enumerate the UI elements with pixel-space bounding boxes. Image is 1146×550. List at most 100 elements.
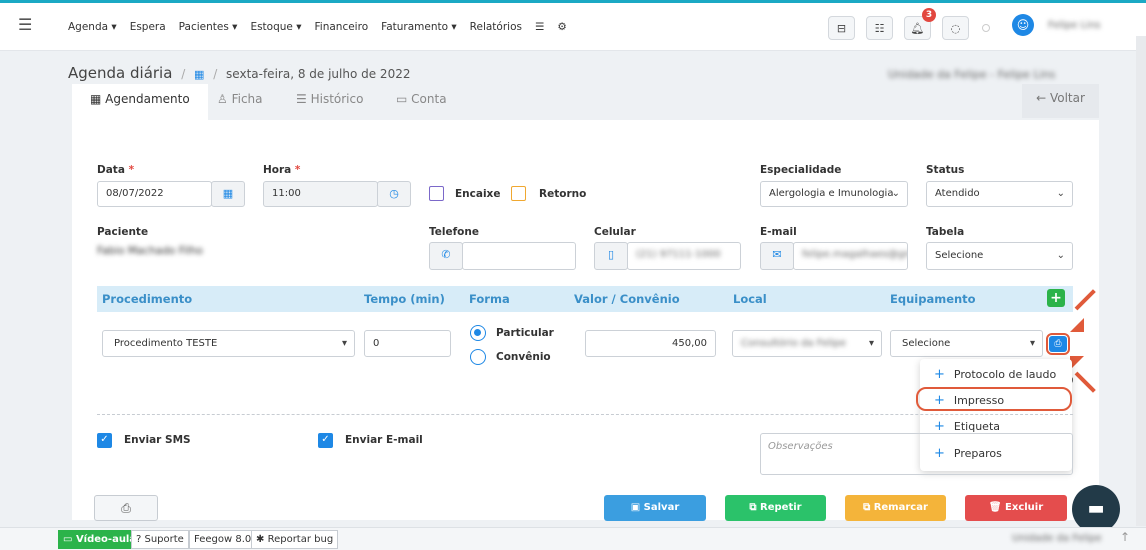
especialidade-label: Especialidade [760, 164, 842, 176]
chat-icon[interactable]: ◌ [942, 16, 969, 40]
page-title: Agenda diária / ▦ / sexta-feira, 8 de ju… [68, 64, 411, 82]
nav-faturamento[interactable]: Faturamento ▾ [381, 21, 457, 33]
menu-icon[interactable]: ☰ [18, 15, 32, 34]
chat-widget-icon[interactable]: ▬ [1072, 485, 1120, 533]
mobile-icon: ▯ [594, 242, 628, 270]
celular-input[interactable]: (21) 97111-1000 [627, 242, 741, 270]
user-avatar[interactable]: ☺ [1012, 14, 1034, 36]
unit-name[interactable]: Unidade da Felipe - Felipe Lins [888, 68, 1055, 81]
nav-relatorios[interactable]: Relatórios [470, 21, 522, 33]
chevron-down-icon: ⌄ [1056, 188, 1065, 199]
telefone-input[interactable] [462, 242, 576, 270]
equipamento-select[interactable]: Selecione ▾ [890, 330, 1043, 357]
retorno-checkbox[interactable] [511, 186, 526, 201]
data-label: Data * [97, 164, 135, 176]
especialidade-select[interactable]: Alergologia e Imunologia ⌄ [760, 181, 908, 207]
annotation-arrowhead-bottom [1070, 356, 1084, 370]
status-select[interactable]: Atendido ⌄ [926, 181, 1073, 207]
col-local: Local [733, 292, 767, 306]
col-procedimento: Procedimento [102, 292, 193, 306]
convenio-radio[interactable] [470, 349, 486, 365]
print-options-button[interactable]: ⎙ [1046, 333, 1070, 355]
status-dot [982, 24, 990, 32]
scroll-top-icon[interactable]: ↑ [1120, 530, 1130, 544]
email-label: E-mail [760, 226, 797, 238]
page-date: sexta-feira, 8 de julho de 2022 [226, 67, 411, 81]
user-name[interactable]: Felipe Lins [1048, 20, 1101, 31]
col-valor: Valor / Convênio [574, 292, 680, 306]
list-icon: ☰ [296, 92, 307, 106]
notification-badge: 3 [922, 8, 936, 22]
plus-icon: + [934, 419, 945, 434]
paciente-label: Paciente [97, 226, 149, 238]
bottom-bar: ▭ Vídeo-aula ? Suporte Feegow 8.0 ✱ Repo… [0, 527, 1146, 550]
observacoes-textarea[interactable]: Observações [760, 433, 1073, 475]
email-input[interactable]: felipe.magalhaes@gmail.com [793, 242, 908, 270]
status-label: Status [926, 164, 965, 176]
database-icon[interactable]: ☰ [535, 21, 544, 33]
particular-label: Particular [496, 327, 554, 339]
enviar-sms-checkbox[interactable]: ✓ [97, 433, 112, 448]
tab-historico[interactable]: ☰ Histórico [296, 84, 363, 120]
procedures-header: Procedimento Tempo (min) Forma Valor / C… [97, 286, 1073, 312]
encaixe-checkbox[interactable] [429, 186, 444, 201]
col-tempo: Tempo (min) [364, 292, 445, 306]
caret-down-icon: ▾ [868, 338, 874, 349]
video-aula-button[interactable]: ▭ Vídeo-aula [58, 530, 142, 549]
nav-financeiro[interactable]: Financeiro [315, 21, 369, 33]
date-input[interactable]: 08/07/2022 [97, 181, 212, 207]
calendar-button[interactable]: ▦ [211, 181, 245, 207]
envelope-icon: ✉ [760, 242, 794, 270]
nav-espera[interactable]: Espera [130, 21, 166, 33]
menu-item-etiqueta[interactable]: + Etiqueta [934, 419, 1000, 434]
enviar-email-checkbox[interactable]: ✓ [318, 433, 333, 448]
enviar-email-label: Enviar E-mail [345, 434, 423, 446]
nav-agenda[interactable]: Agenda ▾ [68, 21, 117, 33]
chevron-down-icon: ⌄ [1056, 250, 1065, 261]
enviar-sms-label: Enviar SMS [124, 434, 191, 446]
reportar-bug-button[interactable]: ✱ Reportar bug [251, 530, 339, 549]
save-icon: ▣ [630, 502, 641, 513]
scrollbar[interactable] [1136, 36, 1146, 526]
telefone-label: Telefone [429, 226, 479, 238]
tab-ficha[interactable]: ♙ Ficha [217, 84, 263, 120]
valor-input[interactable]: 450,00 [585, 330, 716, 357]
video-icon: ▭ [63, 534, 73, 545]
tempo-input[interactable]: 0 [364, 330, 451, 357]
time-input[interactable]: 11:00 [263, 181, 378, 207]
repetir-button[interactable]: ⧉ Repetir [725, 495, 826, 521]
voltar-button[interactable]: ← Voltar [1022, 84, 1099, 118]
salvar-button[interactable]: ▣ Salvar [604, 495, 706, 521]
bottom-right-text: Unidade da Felipe [1012, 533, 1102, 544]
excluir-button[interactable]: 🗑︎ Excluir [965, 495, 1067, 521]
gear-icon[interactable]: ⚙ [557, 21, 566, 33]
tab-conta[interactable]: ▭ Conta [396, 84, 447, 120]
local-select[interactable]: Consultório da Felipe ▾ [732, 330, 882, 357]
suporte-button[interactable]: ? Suporte [131, 530, 189, 549]
procedimento-select[interactable]: Procedimento TESTE ▾ [102, 330, 355, 357]
printer-icon: ⎙ [1049, 336, 1067, 352]
clock-button[interactable]: ◷ [377, 181, 411, 207]
convenio-label: Convênio [496, 351, 551, 363]
remarcar-button[interactable]: ⧉ Remarcar [845, 495, 946, 521]
main-nav: Agenda ▾ Espera Pacientes ▾ Estoque ▾ Fi… [68, 21, 567, 33]
nav-pacientes[interactable]: Pacientes ▾ [179, 21, 238, 33]
tasks-icon[interactable]: ☷ [866, 16, 893, 40]
hora-label: Hora * [263, 164, 301, 176]
bug-icon: ✱ [256, 534, 265, 545]
phone-icon: ✆ [429, 242, 463, 270]
impresso-highlight [916, 387, 1072, 411]
print-button[interactable]: ⎙ [94, 495, 158, 521]
annotation-arrowhead-top [1070, 318, 1084, 332]
paciente-value[interactable]: Fabio Machado Filho [97, 245, 203, 257]
add-procedure-button[interactable]: + [1047, 289, 1065, 307]
particular-radio[interactable] [470, 325, 486, 341]
page-title-text: Agenda diária [68, 64, 173, 82]
trash-icon: 🗑︎ [988, 502, 1002, 513]
menu-item-protocolo-de-laudo[interactable]: + Protocolo de laudo [934, 367, 1056, 382]
inbox-icon[interactable]: ⊟ [828, 16, 855, 40]
nav-estoque[interactable]: Estoque ▾ [250, 21, 301, 33]
tabela-select[interactable]: Selecione ⌄ [926, 242, 1073, 270]
tab-agendamento[interactable]: ▦ Agendamento [72, 84, 208, 120]
col-equipamento: Equipamento [890, 292, 976, 306]
